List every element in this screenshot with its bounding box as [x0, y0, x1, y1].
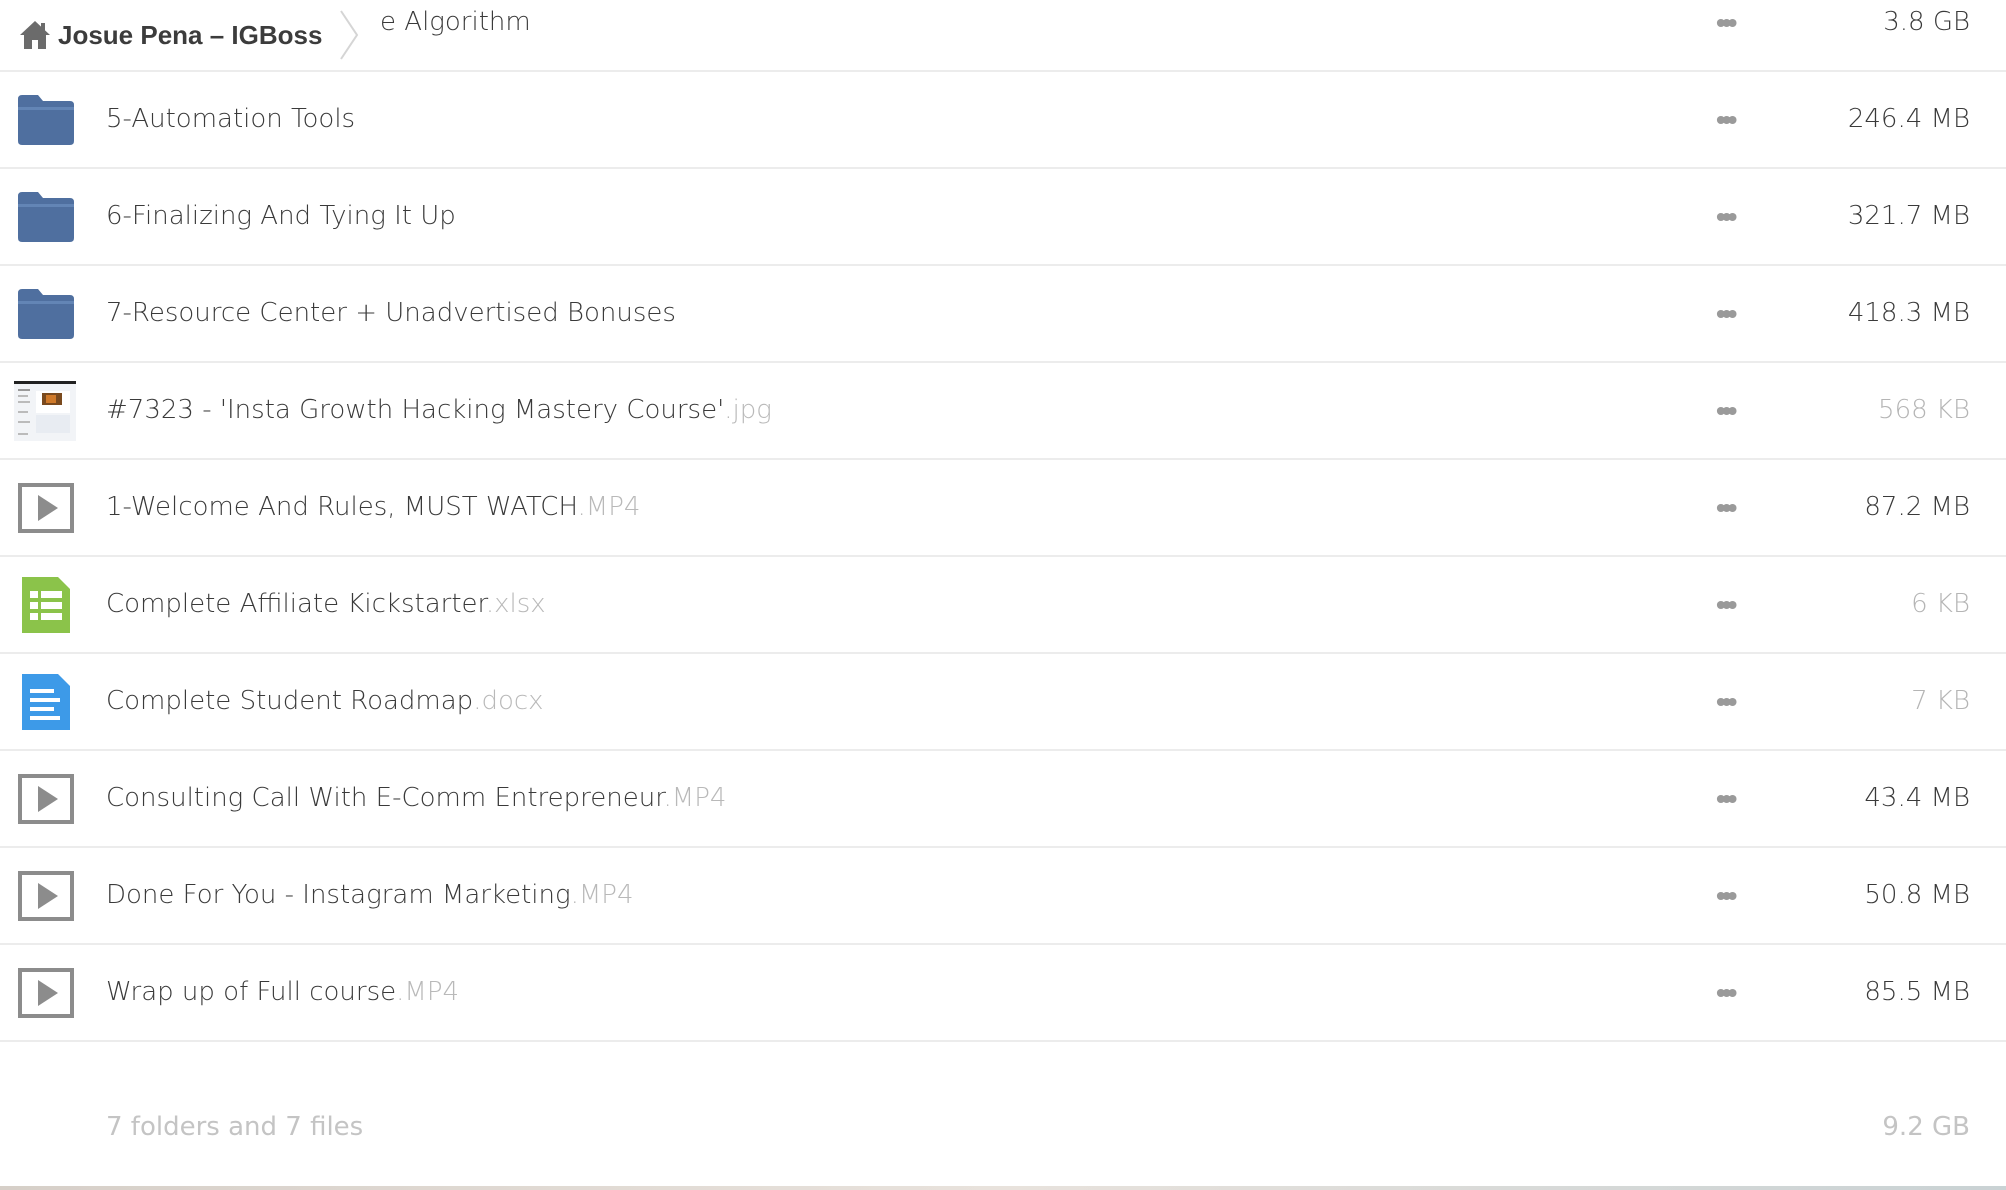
folder-row[interactable]: 6-Finalizing And Tying It Up ••• 321.7 MB	[0, 169, 2006, 266]
file-size: 568 KB	[1878, 395, 1970, 425]
file-browser: 4-Growth Hacking The Algorithm•••3.8 GB5…	[0, 0, 2006, 1190]
file-name[interactable]: Consulting Call With E-Comm Entrepreneur…	[106, 751, 726, 846]
file-name[interactable]: 7-Resource Center + Unadvertised Bonuses	[106, 266, 676, 361]
file-size: 3.8 GB	[1883, 7, 1970, 37]
file-row[interactable]: Consulting Call With E-Comm Entrepreneur…	[0, 751, 2006, 848]
file-name-base: Done For You - Instagram Marketing	[106, 880, 571, 910]
file-size: 321.7 MB	[1847, 201, 1970, 231]
file-name-base: Wrap up of Full course	[106, 977, 397, 1007]
more-options-icon[interactable]: •••	[1716, 751, 1738, 846]
file-name-base: 1-Welcome And Rules, MUST WATCH	[106, 492, 578, 522]
bottom-divider	[0, 1186, 2006, 1190]
more-options-icon[interactable]: •••	[1716, 266, 1738, 361]
file-name[interactable]: #7323 - 'Insta Growth Hacking Mastery Co…	[106, 363, 772, 458]
more-options-icon[interactable]: •••	[1716, 169, 1738, 264]
file-name[interactable]: Complete Affiliate Kickstarter.xlsx	[106, 557, 546, 652]
file-row[interactable]: 1-Welcome And Rules, MUST WATCH.MP4 ••• 87…	[0, 460, 2006, 557]
folder-row[interactable]: 7-Resource Center + Unadvertised Bonuses…	[0, 266, 2006, 363]
folder-icon	[18, 286, 74, 342]
total-size: 9.2 GB	[1882, 1112, 1970, 1142]
file-row[interactable]: Done For You - Instagram Marketing.MP4 ••…	[0, 848, 2006, 945]
file-size: 6 KB	[1911, 589, 1970, 619]
more-options-icon[interactable]: •••	[1716, 848, 1738, 943]
file-name[interactable]: Done For You - Instagram Marketing.MP4	[106, 848, 634, 943]
video-play-icon	[18, 480, 74, 536]
file-size: 43.4 MB	[1864, 783, 1970, 813]
file-list: 4-Growth Hacking The Algorithm•••3.8 GB5…	[0, 0, 2006, 1042]
file-extension: .docx	[473, 686, 544, 716]
file-name-base: 5-Automation Tools	[106, 104, 356, 134]
file-extension: .MP4	[396, 977, 460, 1007]
breadcrumb-current-folder[interactable]: Josue Pena – IGBoss	[58, 20, 322, 51]
folder-icon	[18, 92, 74, 148]
file-name-base: Complete Affiliate Kickstarter	[106, 589, 486, 619]
file-name[interactable]: Wrap up of Full course.MP4	[106, 945, 459, 1040]
file-extension: .MP4	[577, 492, 641, 522]
file-name[interactable]: Complete Student Roadmap.docx	[106, 654, 544, 749]
file-extension: .jpg	[724, 395, 772, 425]
file-extension: .MP4	[663, 783, 727, 813]
file-row[interactable]: Wrap up of Full course.MP4 ••• 85.5 MB	[0, 945, 2006, 1042]
file-extension: .xlsx	[485, 589, 546, 619]
more-options-icon[interactable]: •••	[1716, 654, 1738, 749]
file-size: 246.4 MB	[1847, 104, 1970, 134]
file-name-base: 7-Resource Center + Unadvertised Bonuses	[106, 298, 676, 328]
more-options-icon[interactable]: •••	[1716, 945, 1738, 1040]
file-size: 87.2 MB	[1864, 492, 1970, 522]
more-options-icon[interactable]: •••	[1716, 460, 1738, 555]
item-count: 7 folders and 7 files	[106, 1112, 364, 1142]
folder-icon	[18, 189, 74, 245]
file-name[interactable]: 5-Automation Tools	[106, 72, 355, 167]
more-options-icon[interactable]: •••	[1716, 363, 1738, 458]
file-row[interactable]: Complete Affiliate Kickstarter.xlsx ••• 6 …	[0, 557, 2006, 654]
more-options-icon[interactable]: •••	[1716, 557, 1738, 652]
folder-summary: 7 folders and 7 files 9.2 GB	[0, 1110, 2006, 1190]
image-thumbnail	[14, 381, 76, 441]
breadcrumb: Josue Pena – IGBoss	[0, 0, 381, 70]
file-row[interactable]: Complete Student Roadmap.docx ••• 7 KB	[0, 654, 2006, 751]
file-extension: .MP4	[570, 880, 634, 910]
document-icon	[18, 674, 74, 730]
home-icon[interactable]	[18, 18, 52, 52]
file-size: 50.8 MB	[1864, 880, 1970, 910]
more-options-icon[interactable]: •••	[1716, 0, 1738, 70]
file-name[interactable]: 1-Welcome And Rules, MUST WATCH.MP4	[106, 460, 640, 555]
file-name-base: Complete Student Roadmap	[106, 686, 474, 716]
video-play-icon	[18, 868, 74, 924]
file-size: 85.5 MB	[1864, 977, 1970, 1007]
video-play-icon	[18, 771, 74, 827]
folder-row[interactable]: 5-Automation Tools ••• 246.4 MB	[0, 72, 2006, 169]
file-size: 7 KB	[1911, 686, 1970, 716]
file-size: 418.3 MB	[1847, 298, 1970, 328]
file-name-base: 6-Finalizing And Tying It Up	[106, 201, 456, 231]
file-name-base: Consulting Call With E-Comm Entrepreneur	[106, 783, 664, 813]
file-name-base: #7323 - 'Insta Growth Hacking Mastery Co…	[106, 395, 725, 425]
more-options-icon[interactable]: •••	[1716, 72, 1738, 167]
file-name[interactable]: 6-Finalizing And Tying It Up	[106, 169, 456, 264]
file-row[interactable]: #7323 - 'Insta Growth Hacking Mastery Co…	[0, 363, 2006, 460]
video-play-icon	[18, 965, 74, 1021]
breadcrumb-separator-icon	[340, 10, 359, 60]
spreadsheet-icon	[18, 577, 74, 633]
